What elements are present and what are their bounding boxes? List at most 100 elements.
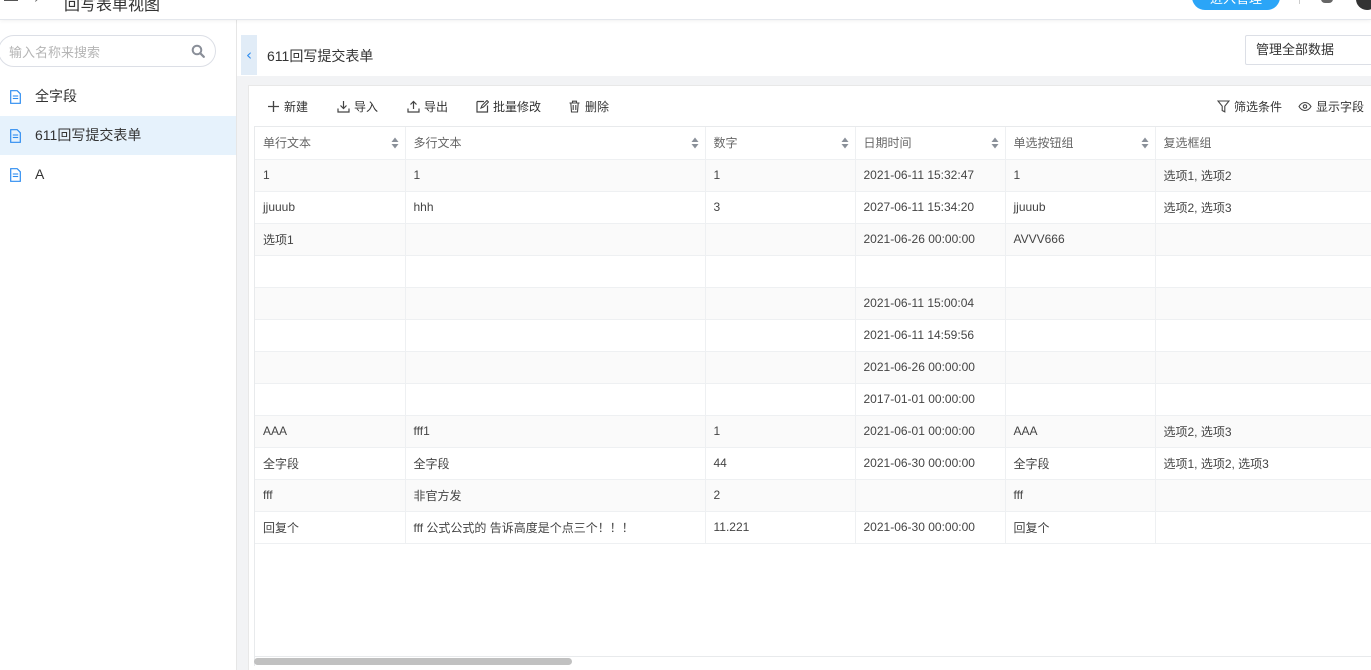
- column-header[interactable]: 日期时间: [855, 127, 1006, 160]
- table-cell: [255, 351, 406, 384]
- table-cell: [1155, 511, 1371, 544]
- table-cell: [405, 255, 706, 288]
- search-box: [0, 35, 216, 67]
- column-header-label: 单选按钮组: [1013, 136, 1074, 151]
- table-cell: 全字段: [255, 447, 406, 480]
- import-icon: [337, 100, 350, 113]
- batch-edit-button[interactable]: 批量修改: [476, 98, 541, 114]
- table-cell: [705, 351, 856, 384]
- export-button-label: 导出: [424, 99, 449, 114]
- column-header[interactable]: 单选按钮组: [1005, 127, 1156, 160]
- table-row[interactable]: 2021-06-11 15:00:04: [255, 287, 1371, 320]
- table-cell: 2021-06-11 14:59:56: [855, 319, 1006, 352]
- table-cell: hhh: [405, 191, 706, 224]
- sidebar-item-all-fields[interactable]: 全字段: [0, 77, 236, 116]
- collapse-sidebar-button[interactable]: ‹: [241, 35, 257, 75]
- sort-icon[interactable]: [991, 137, 999, 149]
- table-cell: [1155, 223, 1371, 256]
- scrollbar-thumb[interactable]: [254, 658, 572, 665]
- import-button[interactable]: 导入: [337, 98, 378, 114]
- sidebar-item-a[interactable]: A: [0, 155, 236, 194]
- column-header-label: 日期时间: [863, 136, 912, 151]
- bell-icon[interactable]: [1321, 0, 1333, 3]
- table-cell: [405, 383, 706, 416]
- new-button[interactable]: 新建: [267, 98, 308, 114]
- table-cell: 11.221: [705, 511, 856, 544]
- table-row[interactable]: 2021-06-26 00:00:00: [255, 351, 1371, 384]
- table-cell: AVVV666: [1005, 223, 1156, 256]
- table-row[interactable]: 1 1 1 2021-06-11 15:32:47 1 选项1, 选项2: [255, 159, 1371, 192]
- table-cell: fff: [255, 479, 406, 512]
- document-icon: [10, 168, 21, 182]
- search-icon[interactable]: [191, 44, 205, 58]
- table-cell: 选项1, 选项2, 选项3: [1155, 447, 1371, 480]
- column-header[interactable]: 单行文本: [255, 127, 406, 160]
- batch-edit-button-label: 批量修改: [493, 99, 542, 114]
- table-cell: [1155, 319, 1371, 352]
- menu-icon[interactable]: [4, 0, 18, 8]
- table-cell: 1: [1005, 159, 1156, 192]
- table-cell: fff1: [405, 415, 706, 448]
- column-header[interactable]: 数字: [705, 127, 856, 160]
- form-list: 全字段 611回写提交表单 A: [0, 77, 236, 194]
- table-cell: 选项2, 选项3: [1155, 415, 1371, 448]
- table-cell: 1: [705, 159, 856, 192]
- table-cell: 选项1: [255, 223, 406, 256]
- table-row[interactable]: jjuuub hhh 3 2027-06-11 15:34:20 jjuuub 选项2, …: [255, 191, 1371, 224]
- column-header-label: 数字: [713, 136, 738, 151]
- filter-button[interactable]: 筛选条件: [1217, 98, 1282, 114]
- table-cell: 2027-06-11 15:34:20: [855, 191, 1006, 224]
- table-cell: [1005, 383, 1156, 416]
- table-row[interactable]: AAA fff1 1 2021-06-01 00:00:00 AAA 选项2, 选项3: [255, 415, 1371, 448]
- table-cell: 2021-06-26 00:00:00: [855, 223, 1006, 256]
- enter-admin-button[interactable]: 进入管理: [1192, 0, 1280, 10]
- table-cell: [705, 223, 856, 256]
- column-header-label: 多行文本: [413, 136, 462, 151]
- sort-icon[interactable]: [391, 137, 399, 149]
- table-cell: [405, 319, 706, 352]
- table-row[interactable]: 2017-01-01 00:00:00: [255, 383, 1371, 416]
- table-cell: jjuuub: [1005, 191, 1156, 224]
- table-row[interactable]: 全字段 全字段 44 2021-06-30 00:00:00 全字段 选项1, 选项2, …: [255, 447, 1371, 480]
- column-header[interactable]: 复选框组: [1155, 127, 1371, 160]
- table-cell: 1: [705, 415, 856, 448]
- table-cell: [705, 287, 856, 320]
- table-cell: 全字段: [1005, 447, 1156, 480]
- toolbar: 新建 导入 导出 批量修改 删除 筛选条件 显示字段: [249, 86, 1371, 126]
- table-cell: 2: [705, 479, 856, 512]
- table-row[interactable]: 选项1 2021-06-26 00:00:00 AVVV666: [255, 223, 1371, 256]
- table-row[interactable]: [255, 255, 1371, 288]
- filter-button-label: 筛选条件: [1234, 99, 1283, 114]
- avatar[interactable]: [1356, 0, 1371, 10]
- table-cell: AAA: [255, 415, 406, 448]
- table-cell: 2017-01-01 00:00:00: [855, 383, 1006, 416]
- table-cell: 2021-06-30 00:00:00: [855, 447, 1006, 480]
- sidebar-item-611-form[interactable]: 611回写提交表单: [0, 116, 236, 155]
- chevron-right-icon[interactable]: ›: [34, 0, 40, 7]
- table-cell: [405, 351, 706, 384]
- sort-icon[interactable]: [691, 137, 699, 149]
- column-header[interactable]: 多行文本: [405, 127, 706, 160]
- table-cell: 1: [255, 159, 406, 192]
- data-scope-select[interactable]: 管理全部数据: [1245, 35, 1371, 65]
- table-header-row: 单行文本 多行文本 数字 日期时间 单选按钮组 复选框组: [255, 127, 1371, 160]
- table-row[interactable]: 回复个 fff 公式公式的 告诉高度是个点三个！！！ 11.221 2021-06-3…: [255, 511, 1371, 544]
- search-input[interactable]: [9, 43, 179, 61]
- show-fields-button[interactable]: 显示字段: [1298, 98, 1364, 114]
- sort-icon[interactable]: [1141, 137, 1149, 149]
- table-row[interactable]: 2021-06-11 14:59:56: [255, 319, 1371, 352]
- table-row[interactable]: fff 非官方发 2 fff: [255, 479, 1371, 512]
- horizontal-scrollbar[interactable]: [254, 656, 1371, 666]
- table-cell: 3: [705, 191, 856, 224]
- sidebar: 全字段 611回写提交表单 A: [0, 20, 237, 670]
- table-cell: [1005, 319, 1156, 352]
- table-cell: 回复个: [255, 511, 406, 544]
- data-table-container: 单行文本 多行文本 数字 日期时间 单选按钮组 复选框组 1 1 1 2021-06-…: [254, 126, 1371, 666]
- table-cell: jjuuub: [255, 191, 406, 224]
- table-cell: [405, 287, 706, 320]
- table-cell: 2021-06-11 15:00:04: [855, 287, 1006, 320]
- delete-button[interactable]: 删除: [568, 98, 609, 114]
- export-button[interactable]: 导出: [407, 98, 448, 114]
- table-cell: 非官方发: [405, 479, 706, 512]
- sort-icon[interactable]: [841, 137, 849, 149]
